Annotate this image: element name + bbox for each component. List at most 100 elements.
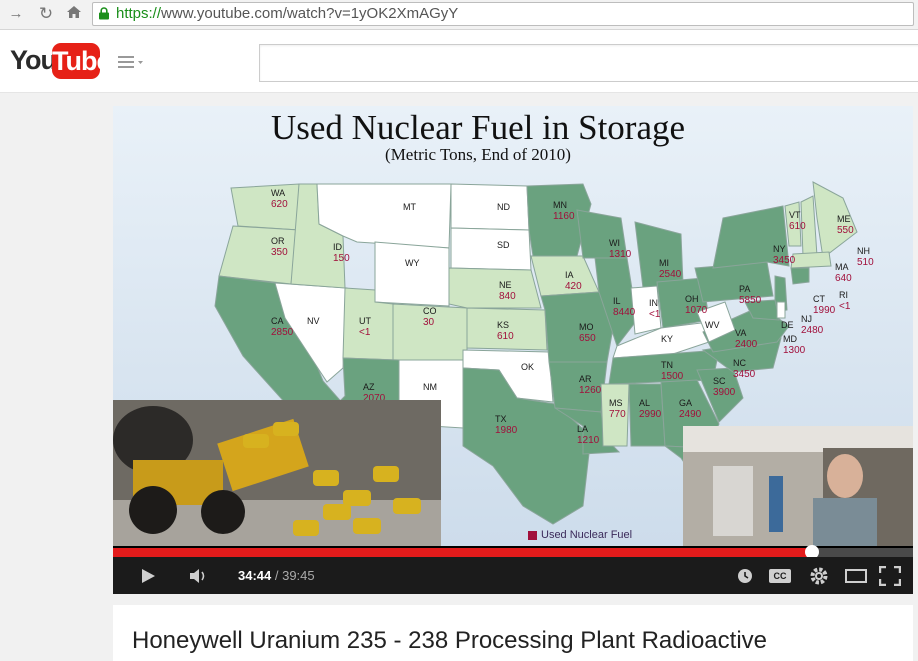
state-value-RI: <1 xyxy=(839,301,851,312)
state-abbr-OR: OR xyxy=(271,236,285,246)
address-bar[interactable]: https://www.youtube.com/watch?v=1yOK2XmA… xyxy=(92,2,914,26)
state-abbr-TX: TX xyxy=(495,414,507,424)
state-abbr-CA: CA xyxy=(271,316,284,326)
youtube-logo-tube[interactable]: Tube xyxy=(52,43,112,79)
reload-icon[interactable]: ↻ xyxy=(36,4,56,24)
player-controls: 34:44 / 39:45 CC xyxy=(113,557,913,594)
state-abbr-NV: NV xyxy=(307,316,320,326)
state-value-VT: 610 xyxy=(789,221,806,232)
current-time: 34:44 xyxy=(238,568,272,583)
state-abbr-MO: MO xyxy=(579,322,594,332)
youtube-masthead: You Tube xyxy=(0,30,918,93)
state-abbr-NJ: NJ xyxy=(801,314,812,324)
browser-toolbar: → ↻ https://www.youtube.com/watch?v=1yOK… xyxy=(0,0,918,30)
state-abbr-AR: AR xyxy=(579,374,592,384)
youtube-logo-you[interactable]: You xyxy=(10,45,57,76)
state-abbr-IA: IA xyxy=(565,270,574,280)
state-abbr-ID: ID xyxy=(333,242,343,252)
state-abbr-CO: CO xyxy=(423,306,437,316)
state-abbr-KY: KY xyxy=(661,334,673,344)
home-icon[interactable] xyxy=(64,4,84,24)
state-value-OH: 1070 xyxy=(685,305,708,316)
volume-icon[interactable] xyxy=(189,568,209,584)
video-frame: Used Nuclear Fuel in Storage (Metric Ton… xyxy=(113,106,913,546)
state-value-WI: 1310 xyxy=(609,249,632,260)
state-value-UT: <1 xyxy=(359,327,371,338)
state-abbr-VT: VT xyxy=(789,210,801,220)
forward-icon[interactable]: → xyxy=(6,4,26,24)
state-abbr-MI: MI xyxy=(659,258,669,268)
state-value-NC: 3450 xyxy=(733,369,756,380)
state-abbr-NE: NE xyxy=(499,280,512,290)
search-input[interactable] xyxy=(259,44,918,82)
state-value-MO: 650 xyxy=(579,333,596,344)
lock-icon xyxy=(99,7,109,20)
fullscreen-icon[interactable] xyxy=(879,566,901,586)
time-display: 34:44 / 39:45 xyxy=(238,568,315,583)
watch-later-icon[interactable] xyxy=(737,568,753,584)
state-value-KS: 610 xyxy=(497,331,514,342)
state-abbr-NH: NH xyxy=(857,246,870,256)
state-value-MN: 1160 xyxy=(553,211,575,222)
video-player[interactable]: Used Nuclear Fuel in Storage (Metric Ton… xyxy=(113,106,913,594)
state-value-NH: 510 xyxy=(857,257,874,268)
state-abbr-WV: WV xyxy=(705,320,720,330)
state-value-MS: 770 xyxy=(609,409,626,420)
state-abbr-KS: KS xyxy=(497,320,509,330)
url-text: https://www.youtube.com/watch?v=1yOK2XmA… xyxy=(116,5,459,22)
state-value-VA: 2400 xyxy=(735,339,758,350)
mining-loader-photo xyxy=(113,400,441,546)
state-abbr-UT: UT xyxy=(359,316,371,326)
map-legend: Used Nuclear Fuel xyxy=(528,529,632,541)
legend-swatch xyxy=(528,530,537,540)
state-value-MD: 1300 xyxy=(783,345,806,356)
state-value-IL: 8440 xyxy=(613,307,636,318)
state-abbr-SC: SC xyxy=(713,376,726,386)
state-value-TX: 1980 xyxy=(495,425,518,436)
settings-gear-icon[interactable] xyxy=(809,566,829,586)
state-value-NE: 840 xyxy=(499,291,516,302)
state-value-NY: 3450 xyxy=(773,255,796,266)
theater-mode-icon[interactable] xyxy=(845,569,867,583)
state-abbr-GA: GA xyxy=(679,398,692,408)
presenter-webcam xyxy=(683,426,913,546)
state-abbr-DE: DE xyxy=(781,320,794,330)
state-abbr-ND: ND xyxy=(497,202,510,212)
state-value-SC: 3900 xyxy=(713,387,736,398)
state-abbr-MA: MA xyxy=(835,262,849,272)
state-abbr-VA: VA xyxy=(735,328,746,338)
state-abbr-PA: PA xyxy=(739,284,750,294)
state-abbr-WY: WY xyxy=(405,258,420,268)
state-value-GA: 2490 xyxy=(679,409,702,420)
state-value-MA: 640 xyxy=(835,273,852,284)
state-value-MI: 2540 xyxy=(659,269,682,280)
state-value-IA: 420 xyxy=(565,281,582,292)
state-abbr-IL: IL xyxy=(613,296,621,306)
state-value-WA: 620 xyxy=(271,199,288,210)
play-icon[interactable] xyxy=(139,567,157,585)
video-title: Honeywell Uranium 235 - 238 Processing P… xyxy=(132,627,767,654)
state-abbr-MD: MD xyxy=(783,334,797,344)
state-abbr-NM: NM xyxy=(423,382,437,392)
state-value-OR: 350 xyxy=(271,247,288,258)
state-abbr-NY: NY xyxy=(773,244,786,254)
state-value-CT: 1990 xyxy=(813,305,836,316)
state-abbr-CT: CT xyxy=(813,294,825,304)
state-abbr-OH: OH xyxy=(685,294,699,304)
state-value-AL: 2990 xyxy=(639,409,662,420)
captions-icon[interactable]: CC xyxy=(769,569,791,583)
duration: 39:45 xyxy=(282,568,315,583)
state-abbr-NC: NC xyxy=(733,358,746,368)
state-value-TN: 1500 xyxy=(661,371,684,382)
state-value-AR: 1260 xyxy=(579,385,602,396)
state-abbr-AL: AL xyxy=(639,398,650,408)
video-info-card: Honeywell Uranium 235 - 238 Processing P… xyxy=(113,605,913,661)
state-abbr-SD: SD xyxy=(497,240,510,250)
progress-bar[interactable] xyxy=(113,545,913,559)
state-abbr-MN: MN xyxy=(553,200,567,210)
guide-menu-icon[interactable] xyxy=(118,54,146,70)
state-abbr-IN: IN xyxy=(649,298,658,308)
state-value-ME: 550 xyxy=(837,225,854,236)
state-value-CO: 30 xyxy=(423,317,435,328)
state-abbr-TN: TN xyxy=(661,360,673,370)
